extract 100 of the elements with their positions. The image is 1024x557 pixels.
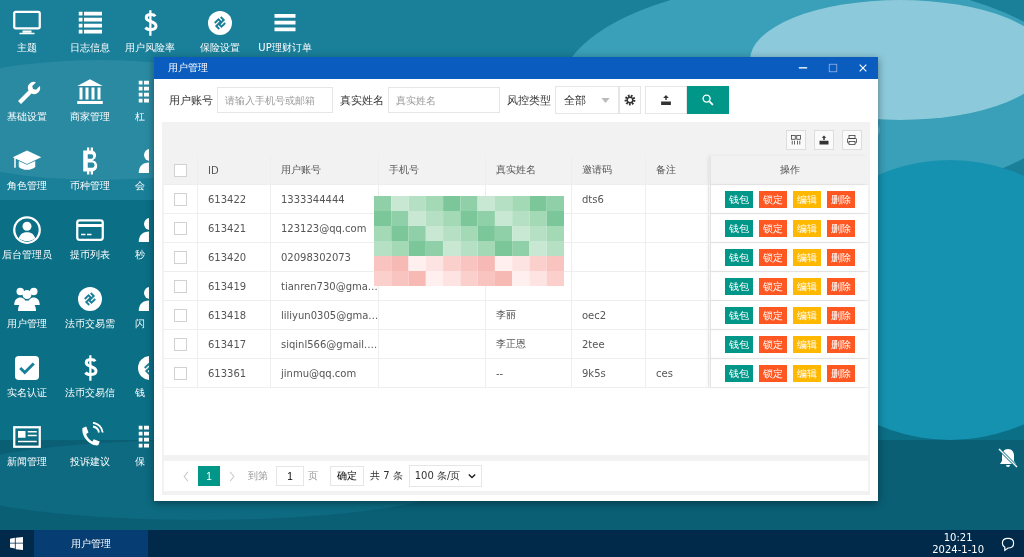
action-button[interactable]: 编辑 (792, 335, 821, 353)
row-checkbox[interactable] (174, 192, 187, 206)
print-icon (846, 134, 858, 146)
table-cell: 613422 (208, 193, 247, 205)
column-header: 操作 (779, 163, 800, 177)
table-cell: 613361 (208, 367, 247, 379)
select-all-checkbox[interactable] (174, 163, 187, 177)
table-cell: 李丽 (496, 308, 516, 322)
total-count: 共 7 条 (370, 469, 403, 483)
goto-label: 到第 (248, 469, 268, 483)
action-button[interactable]: 删除 (826, 335, 855, 353)
icon-label: 主题 (17, 41, 37, 55)
action-button[interactable]: 编辑 (792, 190, 821, 208)
action-button[interactable]: 钱包 (724, 335, 753, 353)
action-button[interactable]: 编辑 (792, 219, 821, 237)
row-checkbox[interactable] (174, 221, 187, 235)
upload-icon (659, 93, 673, 107)
taskbar-item[interactable]: 用户管理 (34, 530, 148, 557)
action-button[interactable]: 钱包 (724, 306, 753, 324)
bank-icon[interactable] (75, 77, 105, 107)
chevron-down-icon (468, 473, 477, 479)
icon-label: 币种管理 (70, 179, 110, 193)
avatar-icon[interactable] (12, 215, 42, 245)
action-button[interactable]: 锁定 (758, 190, 787, 208)
confirm-button[interactable]: 确定 (330, 466, 364, 486)
action-button[interactable]: 锁定 (758, 219, 787, 237)
action-button[interactable]: 删除 (826, 277, 855, 295)
action-button[interactable]: 删除 (826, 219, 855, 237)
column-header: 用户账号 (281, 163, 321, 177)
action-button[interactable]: 钱包 (724, 219, 753, 237)
action-button[interactable]: 锁定 (758, 306, 787, 324)
table-cell: 2tee (582, 338, 605, 350)
table-cell: oec2 (582, 309, 607, 321)
action-button[interactable]: 钱包 (724, 277, 753, 295)
icon-label: 杠 (135, 110, 145, 124)
bell-off-icon[interactable] (996, 446, 1020, 470)
action-button[interactable]: 删除 (826, 190, 855, 208)
close-icon[interactable] (858, 63, 868, 73)
icon-label: 基础设置 (7, 110, 47, 124)
columns-button[interactable] (786, 130, 806, 150)
action-button[interactable]: 钱包 (724, 248, 753, 266)
table-cell: 613417 (208, 338, 247, 350)
chat-icon[interactable] (1000, 535, 1016, 552)
icon-label: 会 (135, 179, 145, 193)
icon-label: 保险设置 (200, 41, 240, 55)
action-button[interactable]: 钱包 (724, 364, 753, 382)
table-cell: dts6 (582, 193, 604, 205)
icon-label: 钱 (135, 386, 145, 400)
icon-label: 日志信息 (70, 41, 110, 55)
grid-icon (790, 134, 802, 146)
row-checkbox[interactable] (174, 279, 187, 293)
action-button[interactable]: 删除 (826, 306, 855, 324)
action-button[interactable]: 编辑 (792, 248, 821, 266)
export-button[interactable] (814, 130, 834, 150)
export-button[interactable] (645, 86, 687, 114)
page-input[interactable]: 1 (276, 466, 304, 486)
maximize-icon[interactable] (828, 63, 838, 73)
icon-label: 秒 (135, 248, 145, 262)
link-icon[interactable] (75, 284, 105, 314)
settings-button[interactable] (619, 86, 641, 114)
action-button[interactable]: 钱包 (724, 190, 753, 208)
filter-label: 用户账号 (169, 92, 213, 108)
action-button[interactable]: 锁定 (758, 277, 787, 295)
caret-icon (601, 97, 610, 103)
row-checkbox[interactable] (174, 250, 187, 264)
print-button[interactable] (842, 130, 862, 150)
window-title: 用户管理 (168, 61, 208, 75)
windows-logo-icon[interactable] (10, 537, 23, 550)
action-button[interactable]: 编辑 (792, 277, 821, 295)
row-checkbox[interactable] (174, 308, 187, 322)
page-size-select[interactable]: 100 条/页 (408, 465, 483, 487)
action-button[interactable]: 锁定 (758, 335, 787, 353)
action-button[interactable]: 删除 (826, 364, 855, 382)
row-checkbox[interactable] (174, 337, 187, 351)
column-header: 备注 (656, 163, 676, 177)
filter-label: 真实姓名 (340, 92, 384, 108)
column-header: 手机号 (389, 163, 419, 177)
input-field[interactable]: 真实姓名 (388, 87, 500, 113)
upload-icon (818, 134, 830, 146)
icon-label: 投诉建议 (70, 455, 110, 469)
action-button[interactable]: 编辑 (792, 364, 821, 382)
page-button[interactable]: 1 (198, 466, 220, 486)
input-field[interactable]: 请输入手机号或邮箱 (217, 87, 333, 113)
icon-label: 用户管理 (7, 317, 47, 331)
table-cell: 613421 (208, 222, 247, 234)
action-button[interactable]: 编辑 (792, 306, 821, 324)
link-icon[interactable] (205, 8, 235, 38)
table-cell: liliyun0305@gma… (281, 309, 379, 321)
row-checkbox[interactable] (174, 366, 187, 380)
select-field[interactable]: 全部 (555, 86, 619, 114)
icon-label: 角色管理 (7, 179, 47, 193)
check-icon[interactable] (12, 353, 42, 383)
clock-time: 10:21 (943, 531, 973, 544)
action-button[interactable]: 锁定 (758, 364, 787, 382)
action-button[interactable]: 锁定 (758, 248, 787, 266)
table-cell: 李正恩 (496, 337, 526, 351)
icon-label: 后台管理员 (2, 248, 52, 262)
table-cell: siqinl566@gmail.… (281, 338, 378, 350)
clock-date: 2024-1-10 (932, 543, 984, 556)
action-button[interactable]: 删除 (826, 248, 855, 266)
